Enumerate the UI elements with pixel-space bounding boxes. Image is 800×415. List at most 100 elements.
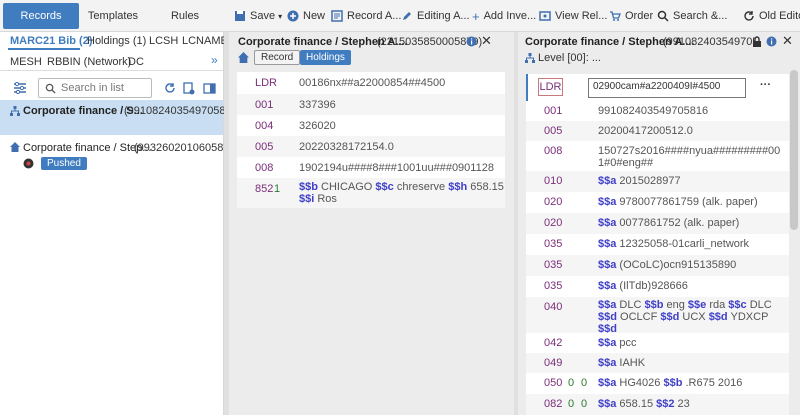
tab-rules[interactable]: Rules: [150, 3, 220, 29]
old-editor-label: Old Editor: [759, 10, 800, 22]
list-item[interactable]: Corporate finance / S... (99108240354970…: [0, 100, 241, 135]
field-indicator-1: 0: [568, 377, 575, 389]
chevron-double-down-icon[interactable]: »: [211, 53, 218, 67]
field-row[interactable]: 035 $$a (IlTdb)928666: [526, 276, 789, 297]
tab-rbbin-network[interactable]: RBBIN (Network): [47, 56, 131, 68]
tab-dc[interactable]: DC: [128, 56, 144, 68]
field-value: 20220328172154.0: [299, 141, 394, 153]
field-value: 337396: [299, 99, 336, 111]
field-value: $$a 9780077861759 (alk. paper): [598, 196, 758, 208]
field-row[interactable]: 008 150727s2016####nyua#########00 1#0#en…: [526, 141, 789, 171]
field-value: 00186nx##a22000854##4500: [299, 77, 446, 89]
add-inventory-button[interactable]: + Add Inve...: [472, 8, 536, 24]
order-button[interactable]: Order: [609, 8, 653, 24]
info-icon[interactable]: [766, 36, 777, 47]
tab-templates[interactable]: Templates: [80, 3, 146, 29]
refresh-icon: [744, 11, 754, 21]
info-icon[interactable]: [466, 36, 477, 47]
field-tag: 001: [544, 105, 563, 117]
search-input[interactable]: [61, 82, 151, 94]
refresh-list-icon[interactable]: [162, 80, 178, 96]
field-row[interactable]: 082 0 0 $$a 658.15 $$2 23: [526, 394, 789, 415]
search-icon: [657, 10, 669, 22]
field-row[interactable]: 005 20220328172154.0: [237, 136, 505, 157]
list-item-title: Corporate finance / Step...: [23, 142, 152, 154]
field-tag: 035: [544, 259, 563, 271]
add-inventory-label: Add Inve...: [483, 10, 537, 22]
chevron-down-icon: ▾: [278, 11, 283, 21]
field-row[interactable]: 001 991082403549705816: [526, 101, 789, 121]
field-row[interactable]: 040 $$a DLC $$b eng $$e rda $$c DLC $$d OC…: [526, 297, 789, 347]
view-related-button[interactable]: View Rel...: [539, 8, 607, 24]
field-value: $$a pcc: [598, 337, 637, 349]
close-icon[interactable]: ✕: [782, 33, 793, 49]
field-value: $$b CHICAGO $$c chreserve $$h 658.15: [299, 181, 504, 193]
active-row-marker: [526, 74, 528, 102]
field-value: $$a HG4026 $$b .R675 2016: [598, 377, 743, 389]
filter-icon[interactable]: [12, 80, 28, 96]
field-row[interactable]: 050 0 0 $$a HG4026 $$b .R675 2016: [526, 373, 789, 394]
ldr-tag-field[interactable]: LDR: [538, 78, 563, 96]
field-row[interactable]: 035 $$a (OCoLC)ocn915135890: [526, 255, 789, 276]
field-value: $$a 12325058-01carli_network: [598, 238, 750, 250]
view-icon: [539, 11, 551, 21]
field-row[interactable]: 035 $$a 12325058-01carli_network: [526, 234, 789, 255]
tab-mesh[interactable]: MESH: [10, 56, 42, 68]
field-row[interactable]: 005 20200417200512.0: [526, 121, 789, 141]
list-item[interactable]: Corporate finance / Step... (99326020106…: [0, 137, 239, 172]
field-row[interactable]: 004 326020: [237, 115, 505, 136]
editing-actions-label: Editing A...: [417, 10, 470, 22]
field-tag: 852: [255, 183, 274, 195]
more-options-icon[interactable]: ···: [760, 79, 771, 91]
field-row[interactable]: 001 337396: [237, 94, 505, 115]
ldr-row[interactable]: LDR 02900cam#a2200409I#4500 ···: [526, 74, 789, 102]
holdings-button[interactable]: Holdings: [300, 50, 351, 65]
cart-icon: [610, 11, 621, 21]
field-tag: 008: [544, 145, 563, 157]
field-row[interactable]: 020 $$a 9780077861759 (alk. paper): [526, 192, 789, 213]
field-value: $$a 0077861752 (alk. paper): [598, 217, 740, 229]
field-row[interactable]: 042 $$a pcc: [526, 333, 789, 353]
field-value: $$a 658.15 $$2 23: [598, 398, 690, 410]
tab-marc21-bib[interactable]: MARC21 Bib (2): [10, 35, 93, 47]
record-settings-icon[interactable]: [181, 80, 197, 96]
field-row[interactable]: 020 $$a 0077861752 (alk. paper): [526, 213, 789, 234]
field-value: $$a 2015028977: [598, 175, 681, 187]
split-view-icon[interactable]: [201, 80, 217, 96]
field-tag: 004: [255, 120, 274, 132]
record-button[interactable]: Record: [254, 50, 301, 65]
close-icon[interactable]: ✕: [481, 33, 492, 49]
tab-lcsh[interactable]: LCSH: [149, 35, 178, 47]
record-actions-button[interactable]: Record A...: [331, 8, 401, 24]
scrollbar[interactable]: [790, 70, 798, 230]
plus-circle-icon: [287, 10, 299, 22]
field-row[interactable]: 049 $$a IAHK: [526, 353, 789, 373]
field-row[interactable]: 010 $$a 2015028977: [526, 171, 789, 192]
tab-records[interactable]: Records: [3, 3, 79, 29]
plus-icon: +: [472, 8, 480, 24]
save-button[interactable]: Save ▾: [234, 8, 282, 24]
save-icon: [235, 11, 245, 21]
record-icon: [331, 10, 343, 22]
search-and-button[interactable]: Search &...: [657, 8, 727, 24]
view-related-label: View Rel...: [555, 10, 608, 22]
field-tag: 020: [544, 196, 563, 208]
old-editor-button[interactable]: Old Editor: [743, 8, 800, 24]
field-value: 20200417200512.0: [598, 125, 693, 137]
field-tag: 001: [255, 99, 274, 111]
hierarchy-icon: [525, 53, 535, 63]
new-label: New: [303, 10, 326, 22]
field-tag: 035: [544, 238, 563, 250]
tab-holdings[interactable]: Holdings (1): [87, 35, 146, 47]
hierarchy-icon: [10, 106, 20, 116]
pencil-icon: [403, 12, 411, 20]
field-indicator: 1: [274, 183, 281, 195]
field-row[interactable]: 008 1902194u####8###1001uu###0901128: [237, 157, 505, 178]
new-button[interactable]: New: [287, 8, 325, 24]
field-row[interactable]: LDR 00186nx##a22000854##4500: [237, 72, 505, 94]
search-box[interactable]: [38, 78, 152, 98]
editing-actions-button[interactable]: Editing A...: [401, 8, 470, 24]
field-row[interactable]: 852 1 $$b CHICAGO $$c chreserve $$h 658.…: [237, 178, 505, 208]
ldr-value-field[interactable]: 02900cam#a2200409I#4500: [588, 78, 746, 98]
status-badge: Pushed: [41, 157, 87, 170]
